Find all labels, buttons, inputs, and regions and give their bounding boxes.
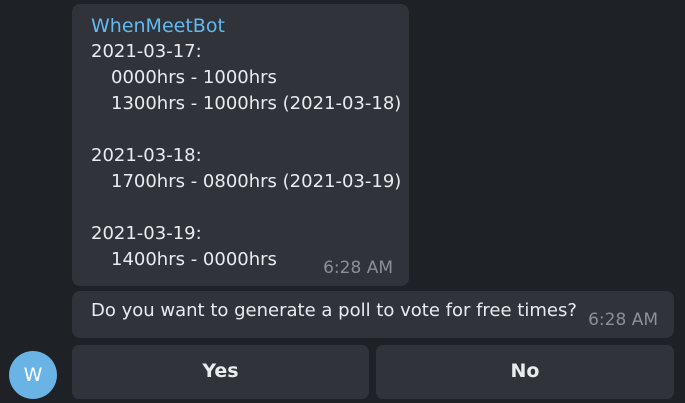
sender-name[interactable]: WhenMeetBot	[91, 15, 390, 39]
avatar[interactable]: W	[9, 351, 57, 399]
schedule-date-line: 2021-03-17:	[91, 41, 202, 62]
schedule-time-range: 1300hrs - 1000hrs (2021-03-18)	[111, 93, 402, 114]
message-bubble-poll-question: Do you want to generate a poll to vote f…	[72, 291, 674, 338]
message-timestamp: 6:28 AM	[588, 310, 658, 330]
message-text: Do you want to generate a poll to vote f…	[91, 300, 577, 321]
schedule-time-range: 0000hrs - 1000hrs	[111, 67, 277, 88]
yes-button[interactable]: Yes	[72, 345, 369, 399]
schedule-blank-line	[91, 195, 390, 221]
schedule-date-line: 2021-03-18:	[91, 145, 202, 166]
chat-view: WhenMeetBot 2021-03-17: 0000hrs - 1000hr…	[0, 0, 685, 403]
message-bubble-schedule: WhenMeetBot 2021-03-17: 0000hrs - 1000hr…	[72, 4, 409, 286]
schedule-date-line: 2021-03-19:	[91, 223, 202, 244]
message-timestamp: 6:28 AM	[323, 258, 393, 278]
schedule-blank-line	[91, 117, 390, 143]
no-button[interactable]: No	[376, 345, 674, 399]
schedule-time-range: 1700hrs - 0800hrs (2021-03-19)	[111, 171, 402, 192]
